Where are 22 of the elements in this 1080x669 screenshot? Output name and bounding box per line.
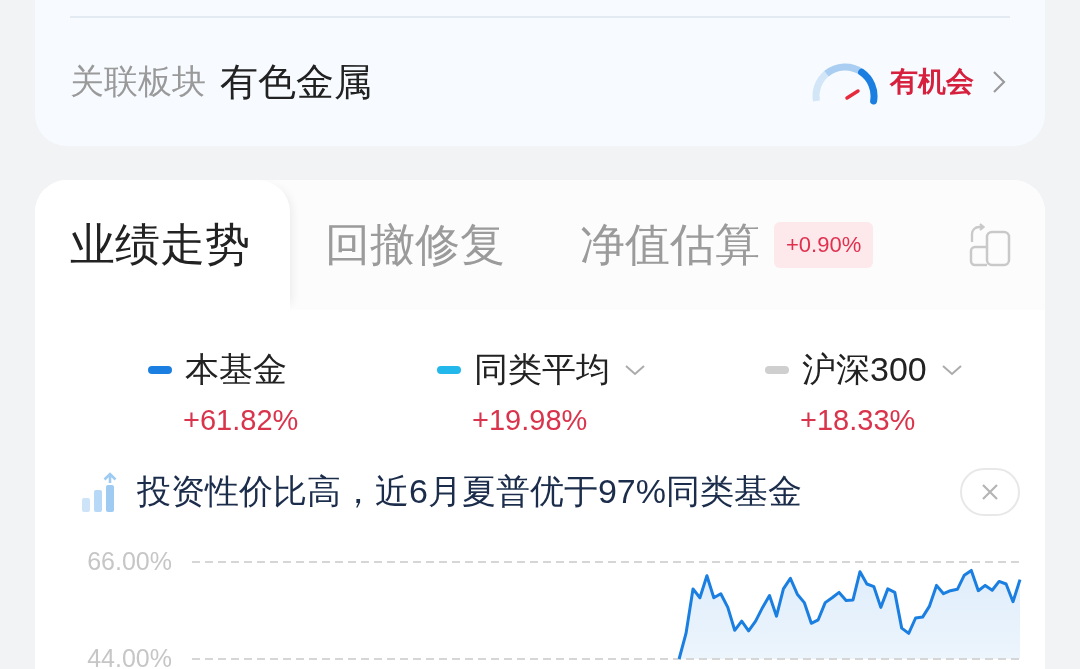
return-value: +18.33% bbox=[800, 403, 916, 438]
chevron-right-icon bbox=[992, 70, 1006, 94]
tab[interactable]: 净值估算 +0.90% bbox=[545, 180, 914, 310]
legend-label: 同类平均 bbox=[474, 349, 610, 390]
chevron-down-icon[interactable] bbox=[624, 364, 646, 376]
screen-rotate-icon[interactable] bbox=[968, 222, 1012, 268]
tip-text: 投资性价比高，近6月夏普优于97%同类基金 bbox=[137, 471, 802, 512]
change-badge: +0.90% bbox=[774, 222, 874, 268]
sector-label: 关联板块 bbox=[70, 61, 206, 102]
sector-name: 有色金属 bbox=[220, 59, 372, 105]
signal-link[interactable]: 有机会 bbox=[810, 59, 1010, 105]
axis-label: 66.00% bbox=[87, 547, 172, 575]
close-button[interactable] bbox=[960, 468, 1020, 516]
chevron-down-icon[interactable] bbox=[940, 364, 963, 376]
tab[interactable]: 业绩走势 bbox=[35, 180, 290, 310]
return-value: +61.82% bbox=[183, 403, 299, 438]
tab[interactable]: 回撤修复 bbox=[290, 180, 545, 310]
close-icon bbox=[980, 482, 1000, 502]
return-value: +19.98% bbox=[472, 403, 588, 438]
legend-label: 沪深300 bbox=[802, 349, 927, 390]
legend-label: 本基金 bbox=[185, 349, 287, 390]
axis-label: 44.00% bbox=[87, 644, 172, 669]
